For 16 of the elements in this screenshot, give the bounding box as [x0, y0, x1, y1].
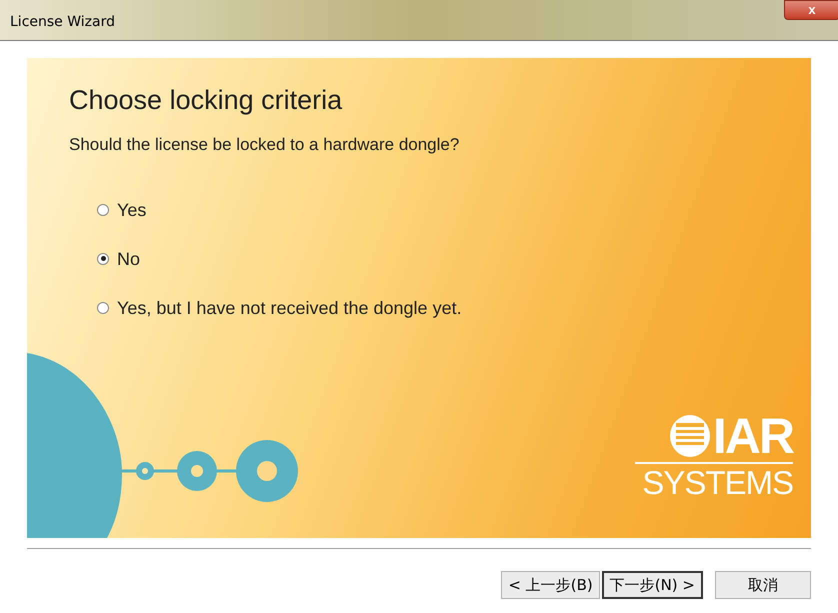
question-text: Should the license be locked to a hardware dongle?	[69, 134, 460, 156]
close-button[interactable]: x	[784, 0, 838, 20]
window-title: License Wizard	[10, 13, 115, 32]
radio-option[interactable]: Yes	[97, 198, 146, 222]
radio-option[interactable]: Yes, but I have not received the dongle yet.	[97, 296, 462, 320]
logo-name: IAR	[712, 413, 793, 459]
logo-subtitle: SYSTEMS	[642, 464, 793, 502]
radio-button[interactable]	[97, 302, 109, 314]
page-heading: Choose locking criteria	[69, 84, 344, 117]
radio-option[interactable]: No	[97, 246, 140, 270]
wizard-button[interactable]: < 上一步(B)	[501, 571, 600, 599]
cancel-button[interactable]: 取消	[715, 571, 811, 599]
shield-stripes-icon	[668, 414, 711, 458]
radio-button[interactable]	[97, 204, 109, 216]
radio-button[interactable]	[97, 252, 109, 264]
wizard-button[interactable]: 下一步(N) >	[602, 571, 703, 599]
